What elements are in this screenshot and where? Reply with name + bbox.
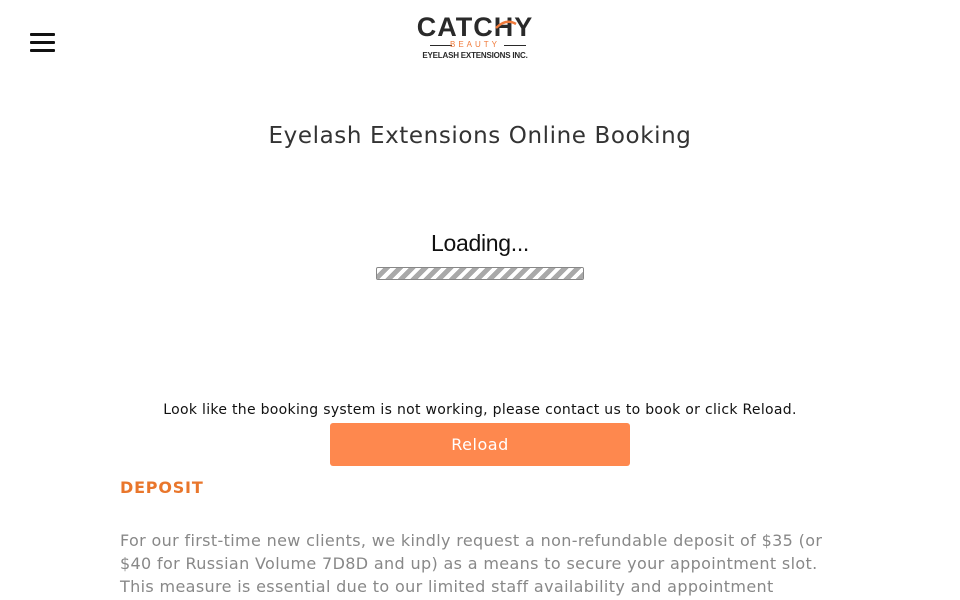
- menu-bar: [30, 33, 55, 36]
- progress-fill: [377, 268, 583, 279]
- menu-bar: [30, 41, 55, 44]
- menu-bar: [30, 49, 55, 52]
- loading-text: Loading...: [430, 230, 530, 256]
- logo-divider: [504, 45, 526, 46]
- catchy-beauty-logo[interactable]: CATCHY BEAUTY EYELASH EXTENSIONS INC.: [412, 12, 538, 64]
- logo-accent-swoosh: [495, 20, 517, 29]
- booking-page: CATCHY BEAUTY EYELASH EXTENSIONS INC. Ey…: [0, 0, 960, 600]
- deposit-heading: DEPOSIT: [120, 478, 204, 497]
- loading-progress-bar: [376, 267, 584, 280]
- logo-tagline: EYELASH EXTENSIONS INC.: [422, 51, 528, 60]
- deposit-description: For our first-time new clients, we kindl…: [120, 531, 823, 596]
- page-title: Eyelash Extensions Online Booking: [268, 123, 692, 149]
- reload-button[interactable]: Reload: [330, 423, 630, 466]
- hamburger-menu-icon[interactable]: [30, 32, 56, 54]
- booking-error-notice: Look like the booking system is not work…: [163, 402, 797, 418]
- logo-main-text: CATCHY: [416, 12, 534, 42]
